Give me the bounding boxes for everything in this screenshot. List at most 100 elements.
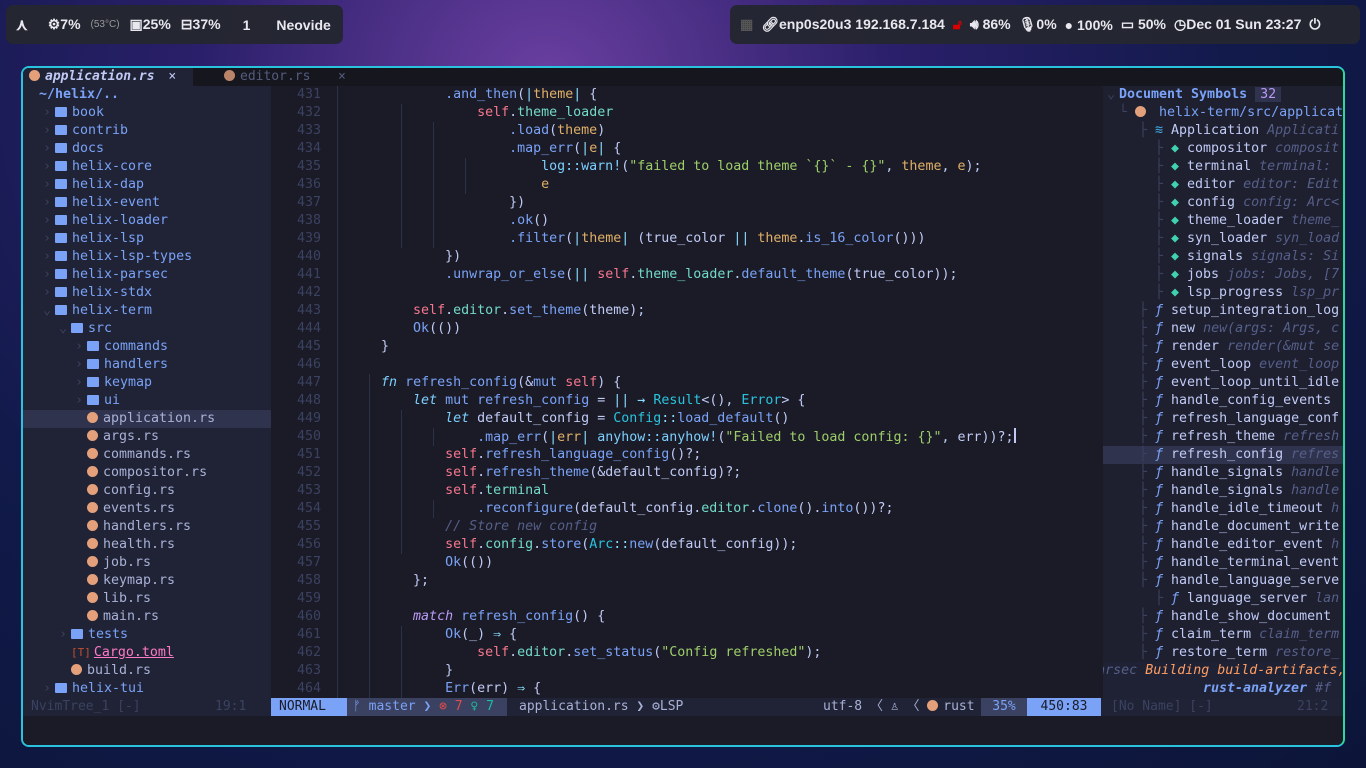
code-line[interactable]: .map_err(|err| anyhow::anyhow!("Failed t…: [327, 428, 1103, 446]
brightness-widget[interactable]: ● 100%: [1065, 17, 1113, 33]
code-line[interactable]: // Store new config: [327, 518, 1103, 536]
chevron-right-icon[interactable]: ›: [39, 212, 55, 230]
tree-item[interactable]: › helix-core: [23, 158, 271, 176]
chevron-right-icon[interactable]: ›: [39, 284, 55, 302]
tree-item[interactable]: › contrib: [23, 122, 271, 140]
tree-item[interactable]: › helix-lsp: [23, 230, 271, 248]
tree-item[interactable]: events.rs: [23, 500, 271, 518]
unlock-icon[interactable]: 🔓︎: [953, 16, 962, 33]
chevron-down-icon[interactable]: ⌄: [55, 320, 71, 338]
tree-item[interactable]: › tests: [23, 626, 271, 644]
code-line[interactable]: .filter(|theme| (true_color || theme.is_…: [327, 230, 1103, 248]
arch-icon[interactable]: ⋏: [16, 15, 28, 35]
chevron-right-icon[interactable]: ›: [71, 392, 87, 410]
code-line[interactable]: .load(theme): [327, 122, 1103, 140]
symbol-item[interactable]: ├ ◆ lsp_progress lsp_pr: [1103, 284, 1343, 302]
symbol-item[interactable]: ├ ƒ refresh_theme refresh: [1103, 428, 1343, 446]
symbol-item[interactable]: ├ ◆ signals signals: Si: [1103, 248, 1343, 266]
code-line[interactable]: let default_config = Config::load_defaul…: [327, 410, 1103, 428]
code-line[interactable]: Ok(()): [327, 320, 1103, 338]
code-line[interactable]: self.editor.set_status("Config refreshed…: [327, 644, 1103, 662]
symbol-item[interactable]: ├ ƒ handle_idle_timeout h: [1103, 500, 1343, 518]
code-line[interactable]: }): [327, 248, 1103, 266]
code-line[interactable]: }: [327, 338, 1103, 356]
symbol-item[interactable]: ├ ◆ config config: Arc<: [1103, 194, 1343, 212]
volume-widget[interactable]: 🔊︎ 86%: [970, 16, 1011, 33]
tree-item[interactable]: keymap.rs: [23, 572, 271, 590]
code-line[interactable]: [327, 590, 1103, 608]
symbol-item[interactable]: ├ ƒ refresh_language_conf: [1103, 410, 1343, 428]
symbol-item[interactable]: ├ ◆ theme_loader theme_: [1103, 212, 1343, 230]
tree-item[interactable]: args.rs: [23, 428, 271, 446]
tab-application-rs[interactable]: application.rs ×: [23, 68, 193, 86]
symbol-item[interactable]: ├ ◆ jobs jobs: Jobs, [7: [1103, 266, 1343, 284]
chevron-right-icon[interactable]: ›: [71, 356, 87, 374]
code-line[interactable]: [327, 356, 1103, 374]
chevron-right-icon[interactable]: ›: [39, 266, 55, 284]
chevron-right-icon[interactable]: ›: [39, 176, 55, 194]
code-line[interactable]: Ok(_) ⇒ {: [327, 626, 1103, 644]
symbol-item[interactable]: ├ ƒ handle_document_write: [1103, 518, 1343, 536]
tree-item[interactable]: › handlers: [23, 356, 271, 374]
chevron-right-icon[interactable]: ›: [39, 158, 55, 176]
code-line[interactable]: [327, 284, 1103, 302]
code-line[interactable]: }): [327, 194, 1103, 212]
symbol-item[interactable]: ├ ƒ language_server lan: [1103, 590, 1343, 608]
tree-item[interactable]: ⌄ helix-term: [23, 302, 271, 320]
tree-item[interactable]: › helix-parsec: [23, 266, 271, 284]
tree-item[interactable]: › book: [23, 104, 271, 122]
chevron-right-icon[interactable]: ›: [39, 122, 55, 140]
code-line[interactable]: Err(err) ⇒ {: [327, 680, 1103, 698]
tree-item[interactable]: › keymap: [23, 374, 271, 392]
symbols-file[interactable]: └ helix-term/src/applicat: [1103, 104, 1343, 122]
symbol-item[interactable]: ├ ƒ handle_show_document: [1103, 608, 1343, 626]
chevron-right-icon[interactable]: ›: [71, 374, 87, 392]
code-line[interactable]: self.theme_loader: [327, 104, 1103, 122]
tree-item[interactable]: lib.rs: [23, 590, 271, 608]
symbol-item[interactable]: ├ ◆ terminal terminal:: [1103, 158, 1343, 176]
chevron-down-icon[interactable]: ⌄: [39, 302, 55, 320]
symbol-item[interactable]: ├ ƒ handle_signals handle: [1103, 482, 1343, 500]
tab-editor-rs[interactable]: editor.rs ×: [218, 68, 378, 86]
tree-item[interactable]: › helix-tui: [23, 680, 271, 698]
workspace-indicator[interactable]: 1: [243, 17, 251, 33]
code-line[interactable]: .reconfigure(default_config.editor.clone…: [327, 500, 1103, 518]
code-line[interactable]: let mut refresh_config = || → Result<(),…: [327, 392, 1103, 410]
power-icon[interactable]: ⏻: [1309, 16, 1320, 33]
mic-widget[interactable]: 🎙︎0%: [1019, 16, 1057, 33]
code-line[interactable]: .and_then(|theme| {: [327, 86, 1103, 104]
code-line[interactable]: self.editor.set_theme(theme);: [327, 302, 1103, 320]
symbol-item[interactable]: ├ ◆ syn_loader syn_load: [1103, 230, 1343, 248]
code-line[interactable]: match refresh_config() {: [327, 608, 1103, 626]
tree-item[interactable]: [T] Cargo.toml: [23, 644, 271, 662]
symbol-item[interactable]: ├ ƒ setup_integration_log: [1103, 302, 1343, 320]
tree-item[interactable]: › ui: [23, 392, 271, 410]
symbol-item[interactable]: ├ ƒ handle_terminal_event: [1103, 554, 1343, 572]
close-icon[interactable]: ×: [168, 69, 176, 84]
code-line[interactable]: Ok(()): [327, 554, 1103, 572]
symbol-item[interactable]: ├ ◆ compositor composit: [1103, 140, 1343, 158]
symbol-item[interactable]: ├ ƒ handle_editor_event h: [1103, 536, 1343, 554]
tree-item[interactable]: › helix-event: [23, 194, 271, 212]
code-line[interactable]: .unwrap_or_else(|| self.theme_loader.def…: [327, 266, 1103, 284]
close-icon[interactable]: ×: [338, 68, 346, 86]
symbol-item[interactable]: ├ ƒ event_loop_until_idle: [1103, 374, 1343, 392]
chevron-right-icon[interactable]: ›: [39, 140, 55, 158]
tree-item[interactable]: › helix-stdx: [23, 284, 271, 302]
code-line[interactable]: .ok(): [327, 212, 1103, 230]
symbol-item[interactable]: ├ ◆ editor editor: Edit: [1103, 176, 1343, 194]
symbol-item[interactable]: ├ ƒ restore_term restore_: [1103, 644, 1343, 662]
tree-item[interactable]: ⌄ src: [23, 320, 271, 338]
tree-item[interactable]: compositor.rs: [23, 464, 271, 482]
code-line[interactable]: self.terminal: [327, 482, 1103, 500]
code-line[interactable]: fn refresh_config(&mut self) {: [327, 374, 1103, 392]
tree-item[interactable]: job.rs: [23, 554, 271, 572]
symbol-item[interactable]: ├ ƒ new new(args: Args, c: [1103, 320, 1343, 338]
chevron-right-icon[interactable]: ›: [71, 338, 87, 356]
tree-item[interactable]: › helix-loader: [23, 212, 271, 230]
symbol-item[interactable]: ├ ƒ event_loop event_loop: [1103, 356, 1343, 374]
code-line[interactable]: log::warn!("failed to load theme `{}` - …: [327, 158, 1103, 176]
tree-item[interactable]: commands.rs: [23, 446, 271, 464]
tree-item[interactable]: config.rs: [23, 482, 271, 500]
symbol-item[interactable]: ├ ƒ handle_signals handle: [1103, 464, 1343, 482]
